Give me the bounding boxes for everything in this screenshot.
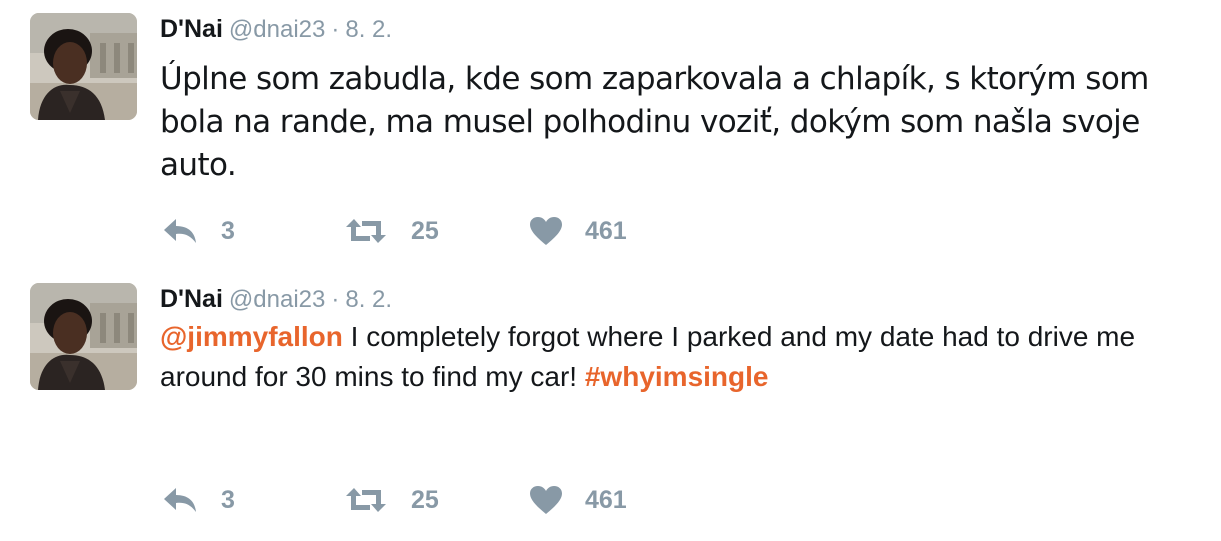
retweet-icon [346,219,386,243]
avatar-image [30,283,137,390]
hashtag-link[interactable]: #whyimsingle [585,361,769,392]
retweet-count: 25 [411,485,439,514]
tweet-date[interactable]: 8. 2. [345,16,392,43]
mention-link[interactable]: @jimmyfallon [160,321,343,352]
reply-button[interactable]: 3 [162,211,235,251]
reply-count: 3 [221,485,235,514]
retweet-count: 25 [411,216,439,245]
tweet-header: D'Nai @dnai23 · 8. 2. [160,282,392,316]
avatar[interactable] [30,283,137,390]
like-count: 461 [585,216,627,245]
retweet-icon [346,488,386,512]
tweet-feed: D'Nai @dnai23 · 8. 2. Úplne som zabudla, kd… [0,0,1221,541]
display-name[interactable]: D'Nai [160,285,223,313]
separator-dot: · [331,16,340,43]
tweet[interactable]: D'Nai @dnai23 · 8. 2. @jimmyfallon I comple… [0,270,1221,541]
display-name[interactable]: D'Nai [160,15,223,43]
tweet-header: D'Nai @dnai23 · 8. 2. [160,12,392,46]
heart-icon [530,486,562,514]
tweet-text: @jimmyfallon I completely forgot where I… [160,317,1210,397]
reply-icon [164,219,196,243]
tweet[interactable]: D'Nai @dnai23 · 8. 2. Úplne som zabudla, kd… [0,0,1221,270]
tweet-date[interactable]: 8. 2. [345,286,392,313]
reply-icon [164,488,196,512]
tweet-text: Úplne som zabudla, kde som zaparkovala a… [160,61,1149,183]
retweet-button[interactable]: 25 [344,211,439,251]
like-button[interactable]: 461 [529,211,627,251]
avatar[interactable] [30,13,137,120]
like-count: 461 [585,485,627,514]
reply-button[interactable]: 3 [162,480,235,520]
user-handle[interactable]: @dnai23 [229,16,325,43]
tweet-actions: 3 25 461 [162,480,762,520]
retweet-button[interactable]: 25 [344,480,439,520]
heart-icon [530,217,562,245]
reply-count: 3 [221,216,235,245]
separator-dot: · [331,286,340,313]
like-button[interactable]: 461 [529,480,627,520]
avatar-image [30,13,137,120]
tweet-actions: 3 25 461 [162,211,762,251]
user-handle[interactable]: @dnai23 [229,286,325,313]
